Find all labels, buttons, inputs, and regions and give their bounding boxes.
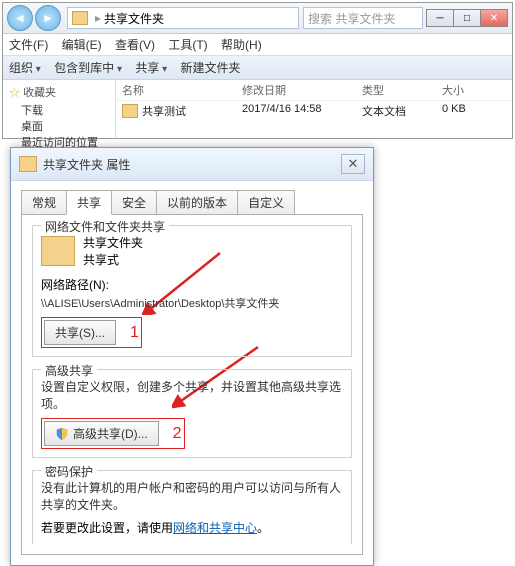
menu-file[interactable]: 文件(F) bbox=[9, 38, 48, 52]
folder-icon bbox=[41, 236, 75, 266]
file-size: 0 KB bbox=[442, 103, 502, 119]
breadcrumb-sep-icon: ▸ bbox=[95, 11, 101, 25]
menu-edit[interactable]: 编辑(E) bbox=[62, 38, 102, 52]
network-center-link[interactable]: 网络和共享中心 bbox=[173, 521, 257, 535]
share-button[interactable]: 共享(S)... bbox=[44, 320, 116, 345]
file-icon bbox=[122, 104, 138, 118]
search-placeholder: 搜索 共享文件夹 bbox=[308, 10, 395, 27]
menu-help[interactable]: 帮助(H) bbox=[221, 38, 262, 52]
sidebar-favorites-header[interactable]: 收藏夹 bbox=[9, 84, 109, 100]
annotation-number-1: 1 bbox=[130, 324, 139, 342]
dialog-close-button[interactable]: ✕ bbox=[341, 154, 365, 174]
network-path-label: 网络路径(N): bbox=[41, 276, 343, 293]
window-controls: ─ □ ✕ bbox=[427, 9, 508, 27]
tab-security[interactable]: 安全 bbox=[111, 190, 157, 215]
password-protect-legend: 密码保护 bbox=[41, 463, 97, 480]
network-share-legend: 网络文件和文件夹共享 bbox=[41, 218, 169, 235]
shield-icon bbox=[55, 427, 69, 441]
file-type: 文本文档 bbox=[362, 103, 442, 119]
toolbar-newfolder[interactable]: 新建文件夹 bbox=[181, 61, 241, 75]
tabstrip: 常规 共享 安全 以前的版本 自定义 bbox=[11, 181, 373, 214]
forward-button[interactable]: ► bbox=[35, 5, 61, 31]
tab-custom[interactable]: 自定义 bbox=[237, 190, 295, 215]
toolbar-share[interactable]: 共享 bbox=[135, 61, 167, 75]
advanced-share-legend: 高级共享 bbox=[41, 362, 97, 379]
explorer-topbar: ◄ ► ▸ 共享文件夹 搜索 共享文件夹 ─ □ ✕ bbox=[3, 3, 512, 34]
col-name[interactable]: 名称 bbox=[122, 82, 242, 98]
menu-view[interactable]: 查看(V) bbox=[115, 38, 155, 52]
sidebar-item-recent[interactable]: 最近访问的位置 bbox=[9, 134, 109, 150]
folder-icon bbox=[72, 11, 88, 25]
advanced-share-desc: 设置自定义权限，创建多个共享，并设置其他高级共享选项。 bbox=[41, 378, 343, 412]
annotation-mark-1: 共享(S)... 1 bbox=[41, 317, 142, 348]
share-state: 共享式 bbox=[83, 251, 143, 268]
menu-tools[interactable]: 工具(T) bbox=[168, 38, 207, 52]
col-size[interactable]: 大小 bbox=[442, 82, 502, 98]
col-date[interactable]: 修改日期 bbox=[242, 82, 362, 98]
search-input[interactable]: 搜索 共享文件夹 bbox=[303, 7, 423, 29]
dialog-title: 共享文件夹 属性 bbox=[43, 156, 341, 173]
file-list: 名称 修改日期 类型 大小 共享测试 2017/4/16 14:58 文本文档 … bbox=[116, 80, 512, 138]
network-share-group: 网络文件和文件夹共享 共享文件夹 共享式 网络路径(N): \\ALISE\Us… bbox=[32, 225, 352, 357]
password-protect-desc: 没有此计算机的用户帐户和密码的用户可以访问与所有人共享的文件夹。 bbox=[41, 479, 343, 513]
col-type[interactable]: 类型 bbox=[362, 82, 442, 98]
maximize-button[interactable]: □ bbox=[453, 9, 481, 27]
properties-dialog: 共享文件夹 属性 ✕ 常规 共享 安全 以前的版本 自定义 网络文件和文件夹共享… bbox=[10, 147, 374, 566]
tab-previous[interactable]: 以前的版本 bbox=[156, 190, 238, 215]
column-headers: 名称 修改日期 类型 大小 bbox=[116, 80, 512, 101]
network-path-value: \\ALISE\Users\Administrator\Desktop\共享文件… bbox=[41, 295, 343, 311]
folder-summary: 共享文件夹 共享式 bbox=[41, 234, 343, 268]
address-segment[interactable]: 共享文件夹 bbox=[104, 10, 164, 27]
menu-bar: 文件(F) 编辑(E) 查看(V) 工具(T) 帮助(H) bbox=[3, 34, 512, 56]
password-protect-group: 密码保护 没有此计算机的用户帐户和密码的用户可以访问与所有人共享的文件夹。 若要… bbox=[32, 470, 352, 544]
tab-panel: 网络文件和文件夹共享 共享文件夹 共享式 网络路径(N): \\ALISE\Us… bbox=[21, 214, 363, 555]
sidebar: 收藏夹 下载 桌面 最近访问的位置 bbox=[3, 80, 116, 138]
minimize-button[interactable]: ─ bbox=[426, 9, 454, 27]
close-button[interactable]: ✕ bbox=[480, 9, 508, 27]
advanced-share-button-label: 高级共享(D)... bbox=[73, 425, 148, 442]
advanced-share-button[interactable]: 高级共享(D)... bbox=[44, 421, 159, 446]
sidebar-item-desktop[interactable]: 桌面 bbox=[9, 118, 109, 134]
folder-name: 共享文件夹 bbox=[83, 234, 143, 251]
toolbar-include[interactable]: 包含到库中 bbox=[54, 61, 122, 75]
file-name: 共享测试 bbox=[142, 103, 186, 119]
annotation-mark-2: 高级共享(D)... 2 bbox=[41, 418, 185, 449]
address-bar[interactable]: ▸ 共享文件夹 bbox=[67, 7, 299, 29]
tab-share[interactable]: 共享 bbox=[66, 190, 112, 215]
file-date: 2017/4/16 14:58 bbox=[242, 103, 362, 119]
password-change-hint: 若要更改此设置，请使用网络和共享中心。 bbox=[41, 519, 343, 536]
folder-icon bbox=[19, 156, 37, 172]
tab-general[interactable]: 常规 bbox=[21, 190, 67, 215]
toolbar: 组织 包含到库中 共享 新建文件夹 bbox=[3, 56, 512, 80]
advanced-share-group: 高级共享 设置自定义权限，创建多个共享，并设置其他高级共享选项。 高级共享(D)… bbox=[32, 369, 352, 458]
dialog-titlebar: 共享文件夹 属性 ✕ bbox=[11, 148, 373, 181]
explorer-window: ◄ ► ▸ 共享文件夹 搜索 共享文件夹 ─ □ ✕ 文件(F) 编辑(E) 查… bbox=[2, 2, 513, 139]
back-button[interactable]: ◄ bbox=[7, 5, 33, 31]
password-change-suffix: 。 bbox=[257, 521, 269, 535]
sidebar-item-downloads[interactable]: 下载 bbox=[9, 102, 109, 118]
explorer-body: 收藏夹 下载 桌面 最近访问的位置 名称 修改日期 类型 大小 共享测试 201… bbox=[3, 80, 512, 138]
password-change-prefix: 若要更改此设置，请使用 bbox=[41, 521, 173, 535]
list-item[interactable]: 共享测试 2017/4/16 14:58 文本文档 0 KB bbox=[116, 101, 512, 121]
toolbar-organize[interactable]: 组织 bbox=[9, 61, 41, 75]
annotation-number-2: 2 bbox=[173, 425, 182, 443]
